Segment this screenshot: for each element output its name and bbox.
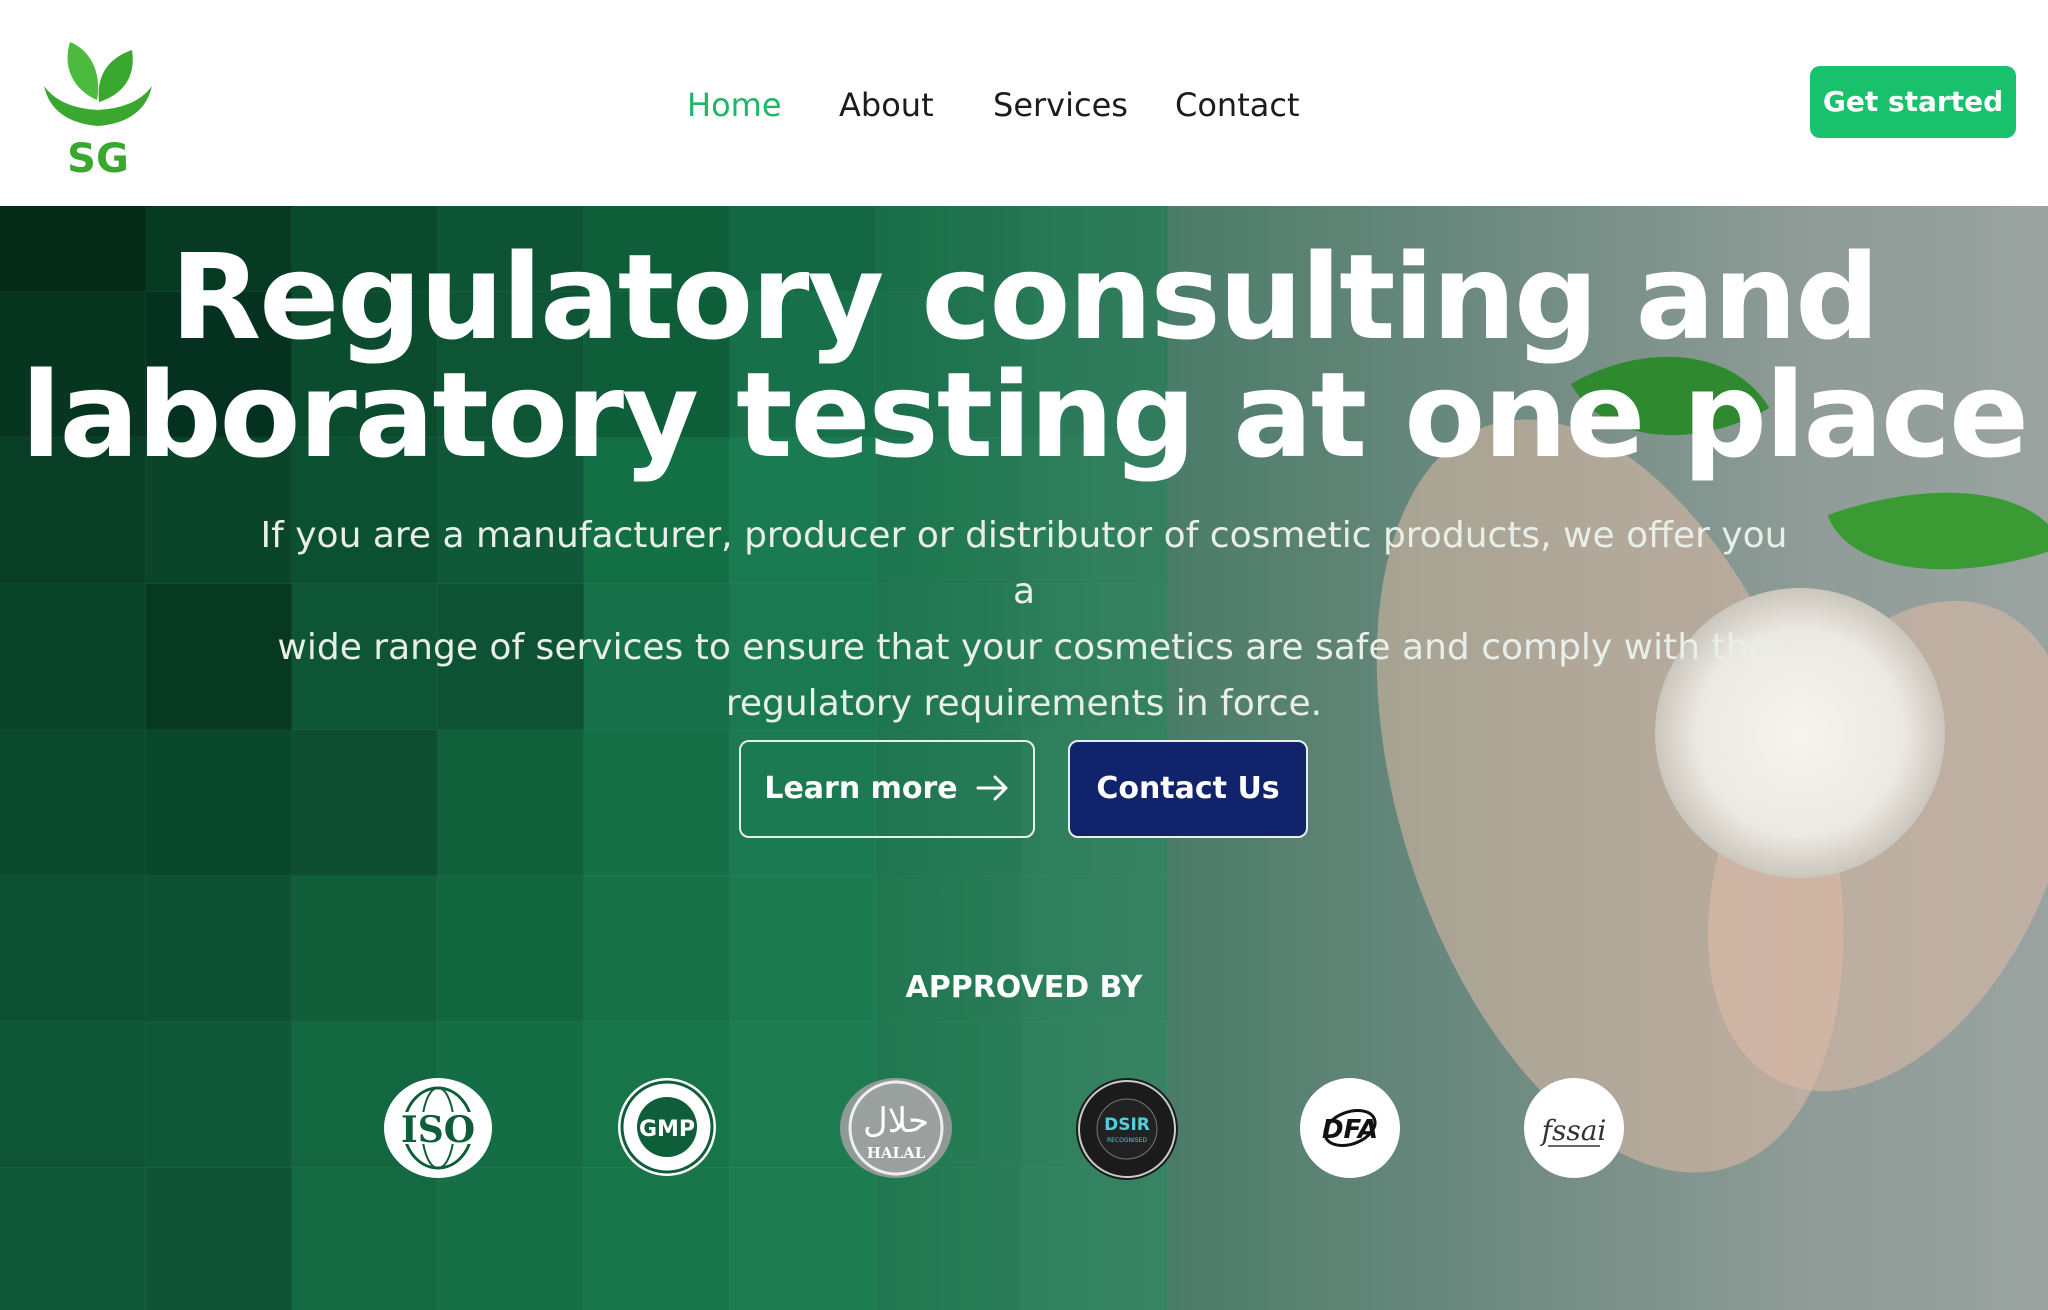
nav-services[interactable]: Services <box>993 80 1128 130</box>
hero-subtext: If you are a manufacturer, producer or d… <box>250 508 1798 732</box>
contact-us-button[interactable]: Contact Us <box>1068 740 1308 838</box>
halal-badge: حلال HALAL <box>840 1078 952 1178</box>
site-header: SG Home About Services Contact Get start… <box>0 0 2048 206</box>
dfa-label: DFA <box>1322 1115 1378 1145</box>
subtext-line-2: wide range of services to ensure that yo… <box>277 627 1771 668</box>
hero-headline: Regulatory consulting and laboratory tes… <box>0 238 2048 474</box>
main-nav: Home About Services Contact <box>0 80 2048 130</box>
grid-tile <box>1022 1168 1168 1310</box>
iso-badge: ISO <box>384 1078 492 1178</box>
halal-label: HALAL <box>867 1144 926 1162</box>
grid-tile <box>438 730 584 876</box>
grid-tile <box>0 730 146 876</box>
dsir-label: DSIR <box>1104 1115 1150 1135</box>
logo-text: SG <box>67 136 129 176</box>
approved-by-heading: APPROVED BY <box>905 970 1143 1005</box>
grid-tile <box>292 730 438 876</box>
headline-line-2: laboratory testing at one place <box>21 346 2029 484</box>
gmp-badge: GMP <box>618 1078 716 1176</box>
fssai-label: fssai <box>1540 1114 1607 1147</box>
dsir-sub-label: RECOGNISED <box>1107 1137 1147 1144</box>
grid-tile <box>730 1168 876 1310</box>
grid-tile <box>0 1168 146 1310</box>
nav-contact[interactable]: Contact <box>1175 80 1300 130</box>
grid-tile <box>584 1168 730 1310</box>
grid-tile <box>0 584 146 730</box>
arrow-right-icon <box>976 742 1010 836</box>
grid-tile <box>292 1168 438 1310</box>
learn-more-button[interactable]: Learn more <box>739 740 1035 838</box>
gmp-label: GMP <box>639 1117 695 1142</box>
subtext-line-3: regulatory requirements in force. <box>725 683 1323 724</box>
dsir-badge: DSIR RECOGNISED <box>1076 1078 1178 1180</box>
grid-tile <box>146 730 292 876</box>
nav-about[interactable]: About <box>839 80 934 130</box>
grid-tile <box>876 1168 1022 1310</box>
grid-tile <box>584 730 730 876</box>
iso-label: ISO <box>401 1109 475 1151</box>
grid-tile <box>146 1168 292 1310</box>
fssai-badge: fssai <box>1524 1078 1624 1178</box>
grid-tile <box>0 1022 146 1168</box>
grid-tile <box>438 1168 584 1310</box>
hero-section: Regulatory consulting and laboratory tes… <box>0 206 2048 1310</box>
learn-more-label: Learn more <box>764 771 958 806</box>
get-started-button[interactable]: Get started <box>1810 66 2016 138</box>
subtext-line-1: If you are a manufacturer, producer or d… <box>260 515 1788 612</box>
dfa-badge: DFA <box>1300 1078 1400 1178</box>
headline-line-1: Regulatory consulting and <box>170 228 1879 366</box>
svg-text:حلال: حلال <box>863 1101 929 1141</box>
grid-tile <box>146 1022 292 1168</box>
nav-home[interactable]: Home <box>687 80 782 130</box>
